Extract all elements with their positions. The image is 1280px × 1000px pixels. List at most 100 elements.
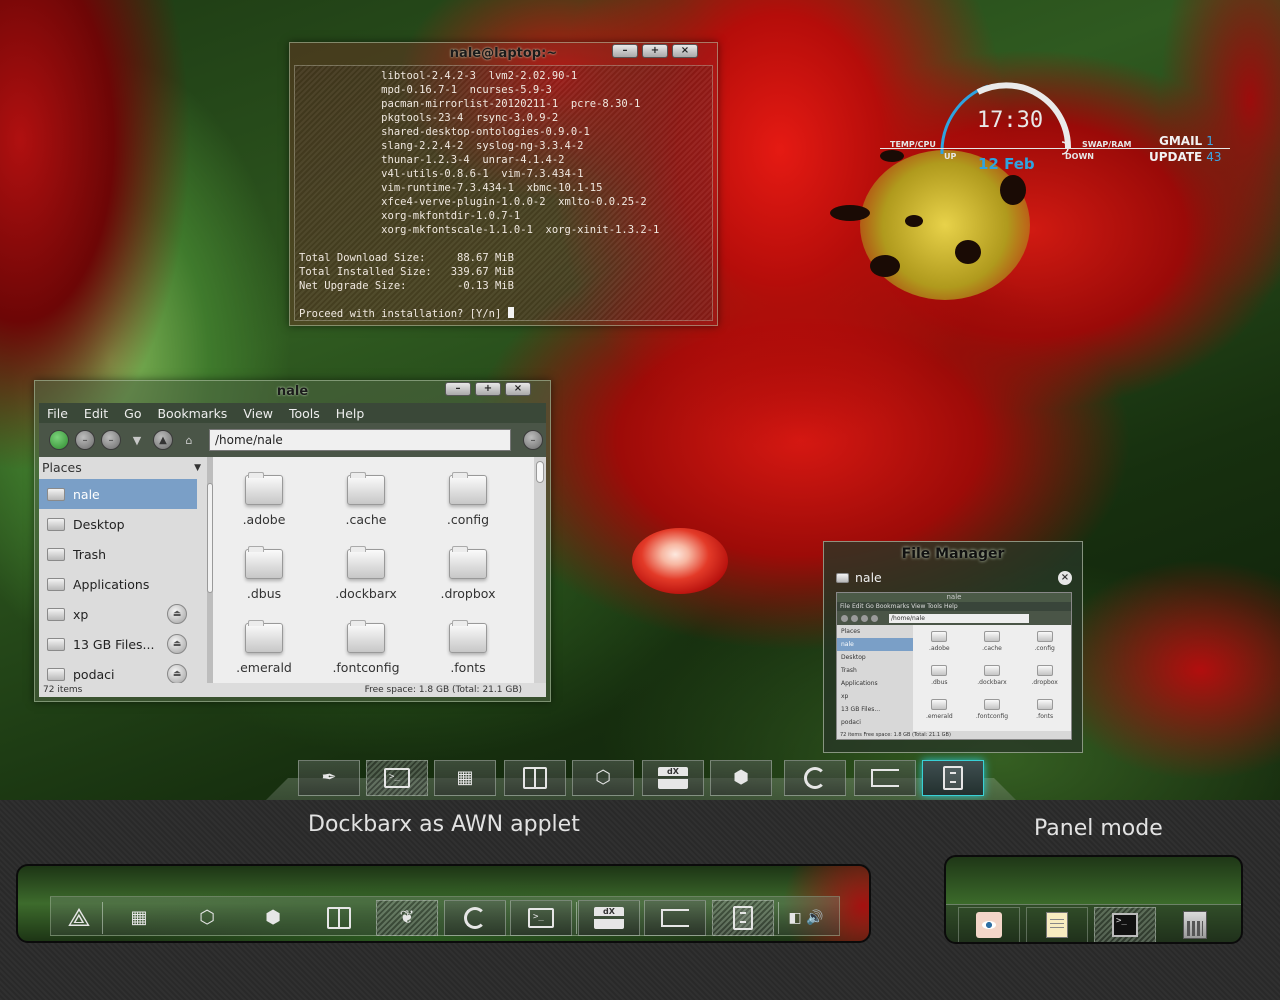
sidebar-item-desktop[interactable]: Desktop xyxy=(39,509,197,539)
eject-icon[interactable]: ⏏ xyxy=(167,664,187,683)
dock-item-inkscape[interactable]: ✒ xyxy=(298,760,360,796)
terminal-line: v4l-utils-0.8.6-1 vim-7.3.434-1 xyxy=(299,168,584,180)
awn-item-terminal[interactable]: >_ xyxy=(510,900,572,936)
up-icon[interactable]: ▲ xyxy=(153,430,173,450)
file-manager-window[interactable]: nale – + × File Edit Go Bookmarks View Tools H… xyxy=(34,380,551,702)
update-indicator[interactable]: UPDATE 43 xyxy=(1149,150,1222,164)
file-item[interactable]: .cache xyxy=(315,472,417,549)
awn-item-gimp[interactable]: ❦ xyxy=(376,900,438,936)
folder-icon xyxy=(983,699,1000,710)
go-icon[interactable]: – xyxy=(523,430,543,450)
awn-item-file-manager[interactable] xyxy=(712,900,774,936)
clock-time: 17:30 xyxy=(976,108,1044,133)
dock-item-3d-app[interactable]: ⬢ xyxy=(710,760,772,796)
menu-file[interactable]: File xyxy=(39,406,76,421)
menu-view[interactable]: View xyxy=(235,406,281,421)
sidebar-item-applications[interactable]: Applications xyxy=(39,569,197,599)
awn-item-messenger[interactable]: ⬡ xyxy=(176,900,238,936)
file-item[interactable]: .config xyxy=(417,472,519,549)
folder-icon xyxy=(983,665,1000,676)
dock-item-firefox[interactable] xyxy=(784,760,846,796)
menu-bookmarks[interactable]: Bookmarks xyxy=(149,406,235,421)
close-icon[interactable]: × xyxy=(1058,571,1072,585)
system-monitor-widget: TEMP/CPU UP DOWN SWAP/RAM 17:30 12 Feb G… xyxy=(870,80,1240,180)
sidebar-item-nale[interactable]: nale xyxy=(39,479,197,509)
panel-item-terminal[interactable]: >_ xyxy=(1094,907,1156,942)
panel-item-text-editor[interactable] xyxy=(1026,907,1088,942)
awn-item-calculator[interactable]: ▦ xyxy=(108,900,170,936)
awn-launcher[interactable]: ⟁ xyxy=(48,900,110,936)
close-button[interactable]: × xyxy=(505,382,531,396)
file-item[interactable]: .dropbox xyxy=(417,546,519,623)
eject-icon[interactable]: ⏏ xyxy=(167,634,187,654)
gmail-indicator[interactable]: GMAIL 1 xyxy=(1159,134,1214,148)
minimize-button[interactable]: – xyxy=(612,44,638,58)
sidebar-item-xp[interactable]: xp ⏏ xyxy=(39,599,197,629)
awn-item-3d-app[interactable]: ⬢ xyxy=(242,900,304,936)
dx-icon: dX xyxy=(658,767,688,789)
awn-tray[interactable]: ◧ 🔊 xyxy=(778,900,834,936)
file-item[interactable]: .fontconfig xyxy=(315,620,417,683)
volume-icon[interactable]: ◧ 🔊 xyxy=(788,911,823,925)
places-header[interactable]: Places ▼ xyxy=(39,457,207,479)
dock-item-terminal[interactable]: >_ xyxy=(366,760,428,796)
menu-edit[interactable]: Edit xyxy=(76,406,116,421)
icon-view-scrollbar[interactable] xyxy=(534,457,546,683)
window-icon xyxy=(661,909,689,927)
close-button[interactable]: × xyxy=(672,44,698,58)
window-thumbnail[interactable]: nale File Edit Go Bookmarks View Tools H… xyxy=(836,592,1072,740)
back-icon[interactable]: – xyxy=(75,430,95,450)
file-item[interactable]: .fonts xyxy=(417,620,519,683)
awn-item-firefox[interactable] xyxy=(444,900,506,936)
menu-tools[interactable]: Tools xyxy=(281,406,328,421)
thumb-place: 13 GB Files... xyxy=(841,706,881,713)
file-item[interactable]: .dbus xyxy=(213,546,315,623)
eject-icon[interactable]: ⏏ xyxy=(167,604,187,624)
awn-item-book-reader[interactable] xyxy=(308,900,370,936)
file-item[interactable]: .adobe xyxy=(213,472,315,549)
awn-item-dockbarx[interactable]: dX xyxy=(578,900,640,936)
dock-item-messenger[interactable]: ⬡ xyxy=(572,760,634,796)
chevron-down-icon[interactable]: ▼ xyxy=(194,457,201,479)
dock-item-window[interactable] xyxy=(854,760,916,796)
location-bar[interactable]: /home/nale xyxy=(209,429,511,451)
terminal-output[interactable]: libtool-2.4.2-3 lvm2-2.02.90-1 mpd-0.16.… xyxy=(294,65,713,321)
new-tab-icon[interactable] xyxy=(49,430,69,450)
minimize-button[interactable]: – xyxy=(445,382,471,396)
file-item[interactable]: .emerald xyxy=(213,620,315,683)
menu-help[interactable]: Help xyxy=(328,406,373,421)
forward-icon[interactable]: – xyxy=(101,430,121,450)
dock-item-dockbarx[interactable]: dX xyxy=(642,760,704,796)
tulip-stamen xyxy=(870,255,900,277)
menu-go[interactable]: Go xyxy=(116,406,149,421)
folder-icon xyxy=(47,487,65,501)
terminal-window[interactable]: nale@laptop:~ – + × libtool-2.4.2-3 lvm2… xyxy=(289,42,718,326)
file-icon-view[interactable]: .adobe .cache .config .dbus .dockbarx .dropbo… xyxy=(213,457,534,683)
panel-item-eye-of-gnome[interactable] xyxy=(958,907,1020,942)
awn-item-window[interactable] xyxy=(644,900,706,936)
file-name: .cache xyxy=(345,512,387,527)
file-name: .dockbarx xyxy=(335,586,397,601)
home-icon[interactable]: ⌂ xyxy=(179,430,199,450)
terminal-line: Net Upgrade Size: -0.13 MiB xyxy=(299,280,514,292)
panel-item-calculator[interactable] xyxy=(1164,907,1226,942)
sidebar-item-trash[interactable]: Trash xyxy=(39,539,197,569)
dockbarx-dock: ✒ >_ ▦ ⬡ dX ⬢ xyxy=(266,758,1016,800)
dock-item-book-reader[interactable] xyxy=(504,760,566,796)
history-dropdown-icon[interactable]: ▼ xyxy=(127,430,147,450)
file-item[interactable]: .dockbarx xyxy=(315,546,417,623)
sidebar-item-label: Desktop xyxy=(73,516,125,532)
tulip-stamen xyxy=(905,215,923,227)
thumb-file-name: .fontconfig xyxy=(975,713,1009,720)
maximize-button[interactable]: + xyxy=(475,382,501,396)
preview-window-entry[interactable]: nale xyxy=(836,570,882,585)
sidebar-item-podaci[interactable]: podaci ⏏ xyxy=(39,659,197,683)
terminal-line: shared-desktop-ontologies-0.9.0-1 xyxy=(299,126,590,138)
maximize-button[interactable]: + xyxy=(642,44,668,58)
dock-item-file-manager[interactable] xyxy=(922,760,984,796)
thumb-place: Places xyxy=(841,628,861,635)
dock-item-calculator[interactable]: ▦ xyxy=(434,760,496,796)
sidebar-item-13-gb-files[interactable]: 13 GB Files... ⏏ xyxy=(39,629,197,659)
icon-view-scroll-thumb[interactable] xyxy=(536,461,544,483)
